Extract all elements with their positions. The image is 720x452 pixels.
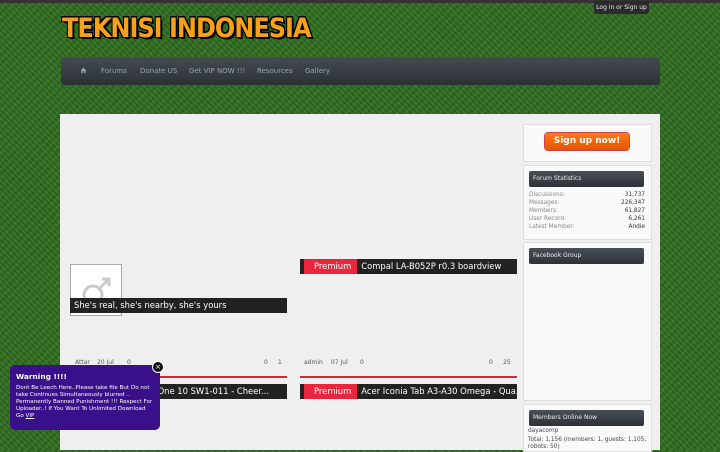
thread-replies-2: 0 bbox=[489, 359, 493, 366]
online-member-name[interactable]: dayacomp bbox=[528, 428, 558, 434]
close-icon[interactable]: × bbox=[152, 361, 164, 373]
warning-message: Dont Be Leech Here..Please take file But… bbox=[16, 385, 153, 419]
thread-likes-2: 25 bbox=[503, 359, 511, 366]
nav-get-vip[interactable]: Get VIP NOW !!! bbox=[189, 57, 245, 85]
signup-widget: Sign up now! bbox=[523, 124, 652, 162]
facebook-group-title: Facebook Group bbox=[529, 248, 644, 264]
nav-forums[interactable]: Forums bbox=[101, 57, 127, 85]
premium-badge: Premium bbox=[304, 259, 358, 274]
warning-popup: Warning !!!! Dont Be Leech Here..Please … bbox=[10, 365, 160, 430]
premium-badge: Premium bbox=[304, 384, 358, 399]
vip-link[interactable]: VIP bbox=[26, 413, 35, 419]
site-logo[interactable]: TEKNISI INDONESIA bbox=[62, 13, 312, 44]
home-icon[interactable] bbox=[80, 67, 87, 74]
members-online-title: Members Online Now bbox=[529, 410, 644, 426]
online-total-robots: robots: 50) bbox=[528, 444, 560, 450]
thread-author-2[interactable]: admin bbox=[304, 359, 323, 366]
thread-caption-1[interactable]: She's real, she's nearby, she's yours bbox=[70, 298, 287, 313]
forum-stats-widget: Forum Statistics Discussions: 31,737 Mess… bbox=[523, 165, 652, 240]
main-nav: Forums Donate US Get VIP NOW !!! Resourc… bbox=[61, 57, 660, 85]
thread-caption-2[interactable]: Premium Compal LA-B052P r0.3 boardview bbox=[300, 259, 517, 274]
nav-resources[interactable]: Resources bbox=[257, 57, 293, 85]
signup-button[interactable]: Sign up now! bbox=[545, 133, 629, 150]
thread-caption-4[interactable]: Premium Acer Iconia Tab A3-A30 Omega - Qu… bbox=[300, 384, 517, 399]
online-total: Total: 1,156 (members: 1, guests: 1,105, bbox=[528, 437, 647, 443]
stat-discussions: Discussions: 31,737 bbox=[529, 192, 645, 198]
forum-stats-title: Forum Statistics bbox=[529, 171, 644, 187]
nav-gallery[interactable]: Gallery bbox=[305, 57, 330, 85]
thread-likes-1: 1 bbox=[278, 359, 282, 366]
divider-right bbox=[300, 376, 517, 378]
nav-donate[interactable]: Donate US bbox=[140, 57, 177, 85]
stat-user-record: User Record: 6,261 bbox=[529, 216, 645, 222]
facebook-group-widget: Facebook Group bbox=[523, 242, 652, 401]
stat-messages: Messages: 226,347 bbox=[529, 200, 645, 206]
thread-views-2: 0 bbox=[360, 359, 364, 366]
login-signup-button[interactable]: Log in or Sign up bbox=[594, 1, 649, 14]
warning-title: Warning !!!! bbox=[16, 372, 67, 381]
stat-members: Members: 61,827 bbox=[529, 208, 645, 214]
thread-date-2: 07 Jul bbox=[331, 359, 348, 366]
thread-replies-1: 0 bbox=[264, 359, 268, 366]
stat-latest-member: Latest Member: Andie bbox=[529, 224, 645, 230]
